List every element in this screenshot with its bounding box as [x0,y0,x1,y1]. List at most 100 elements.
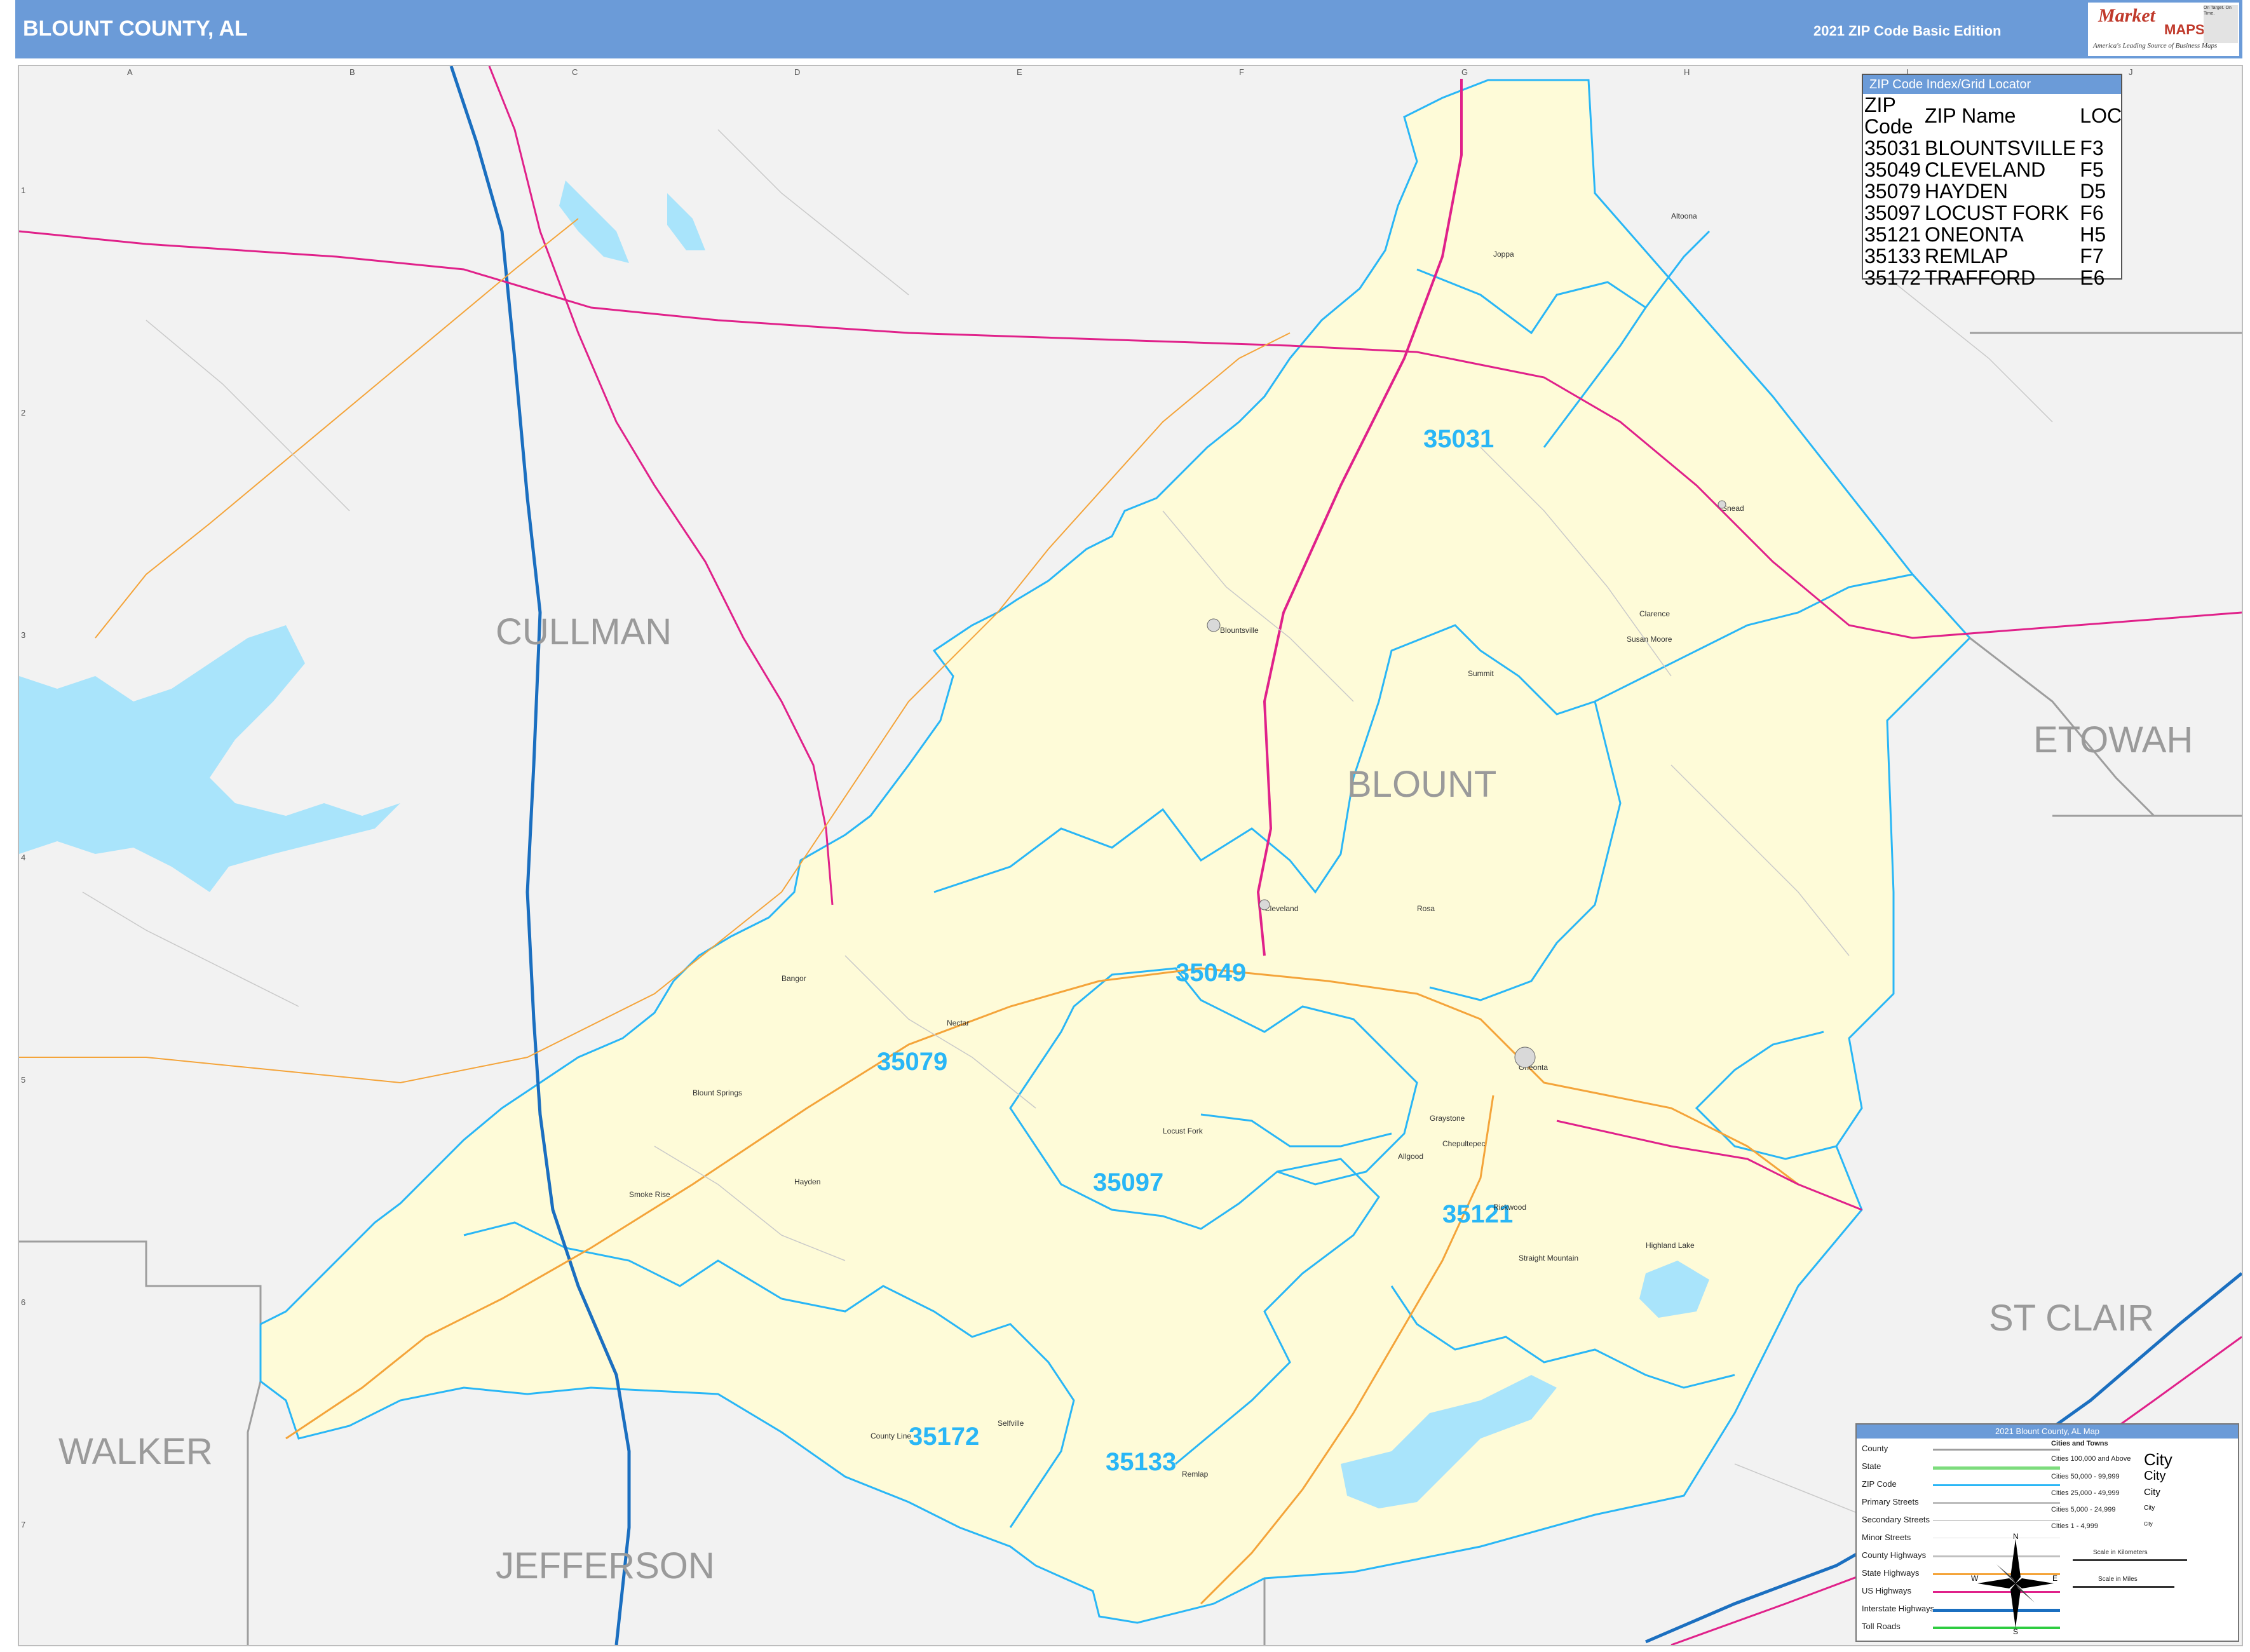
table-row: 35079 HAYDEN D5 [1864,180,2125,202]
grid-letter-G: G [1461,67,1468,77]
legend-item-interstate: Interstate Highways [1862,1604,1935,1613]
loc-cell: H5 [2080,223,2106,246]
grid-row-7: 7 [21,1520,25,1529]
grid-row-3: 3 [21,630,25,640]
zip-index-head-row: ZIP Code ZIP Name LOC [1864,94,2125,137]
compass-rose-icon: N S E W [1971,1533,2057,1634]
place-blount-springs: Blount Springs [693,1088,742,1097]
legend-item-county-hwy: County Highways [1862,1550,1927,1560]
grid-letter-H: H [1684,67,1690,77]
place-bangor: Bangor [782,974,806,983]
place-highland-lake: Highland Lake [1646,1241,1695,1250]
legend-scale-km: Scale in Kilometers [2093,1549,2148,1556]
zip-label-35097: 35097 [1093,1168,1163,1196]
legend-item-primary: Primary Streets [1862,1497,1919,1506]
place-chepultepec: Chepultepec [1442,1139,1485,1148]
col-zip-code: ZIP Code [1864,93,1913,138]
legend-city-symbol-1: City [2144,1450,2172,1469]
zip-name-cell: CLEVELAND [1924,158,2046,181]
county-label-jefferson: JEFFERSON [496,1545,715,1587]
legend-city-tier-1: Cities 100,000 and Above [2051,1455,2131,1463]
table-row: 35031 BLOUNTSVILLE F3 [1864,137,2125,159]
map-canvas[interactable]: A B C D E F G H I J 1 2 3 4 5 6 7 CULLMA… [19,66,2242,1645]
legend-city-tier-4: Cities 5,000 - 24,999 [2051,1506,2116,1513]
legend-item-state-hwy: State Highways [1862,1568,1920,1578]
place-selfville: Selfville [998,1419,1024,1428]
zip-code-cell: 35172 [1864,266,1921,289]
zip-code-cell: 35049 [1864,158,1921,181]
interstate-65 [449,66,631,1645]
zip-index-grid: ZIP Code ZIP Name LOC 35031 BLOUNTSVILLE F… [1864,94,2125,288]
legend-city-symbol-4: City [2144,1505,2155,1512]
legend-swatch-county [1933,1449,2060,1451]
logo-brand-bottom: MAPS [2164,22,2205,37]
zip-name-cell: HAYDEN [1924,180,2008,203]
zip-name-cell: BLOUNTSVILLE [1924,137,2077,159]
county-label-blount: BLOUNT [1347,764,1496,805]
place-joppa: Joppa [1493,250,1514,259]
legend-city-tier-3: Cities 25,000 - 49,999 [2051,1489,2120,1497]
zip-label-35079: 35079 [877,1048,947,1076]
county-label-etowah: ETOWAH [2033,719,2193,761]
col-zip-name: ZIP Name [1924,104,2016,127]
place-smoke-rise: Smoke Rise [629,1190,670,1199]
grid-row-2: 2 [21,408,25,417]
loc-cell: D5 [2080,180,2106,203]
legend-swatch-zip [1933,1484,2060,1486]
legend-item-minor: Minor Streets [1862,1533,1911,1542]
place-altoona: Altoona [1671,212,1697,220]
loc-cell: F6 [2080,201,2104,224]
legend-city-symbol-2: City [2144,1469,2166,1483]
map-frame[interactable]: A B C D E F G H I J 1 2 3 4 5 6 7 CULLMA… [18,65,2243,1646]
grid-letter-E: E [1017,67,1022,77]
market-maps-logo[interactable]: Market MAPS America's Leading Source of … [2088,3,2239,56]
legend-swatch-secondary [1933,1520,2060,1521]
map-legend: 2021 Blount County, AL Map County State … [1855,1423,2239,1642]
grid-row-1: 1 [21,186,25,195]
edition-label: 2021 ZIP Code Basic Edition [1813,23,2002,39]
grid-letter-F: F [1239,67,1244,77]
logo-contact-box: On Target. On Time. [2204,5,2238,43]
legend-title: 2021 Blount County, AL Map [1857,1425,2238,1439]
place-rickwood: Rickwood [1493,1203,1526,1212]
legend-city-symbol-3: City [2144,1487,2160,1498]
grid-row-5: 5 [21,1075,25,1085]
place-graystone: Graystone [1430,1114,1465,1123]
zip-label-35172: 35172 [909,1423,979,1451]
legend-city-tier-2: Cities 50,000 - 99,999 [2051,1473,2120,1480]
zip-label-35031: 35031 [1423,425,1494,453]
legend-item-zip: ZIP Code [1862,1479,1897,1489]
compass-south: S [2013,1627,2018,1634]
legend-item-us-hwy: US Highways [1862,1586,1912,1595]
grid-letter-A: A [127,67,133,77]
legend-city-tier-5: Cities 1 - 4,999 [2051,1522,2098,1530]
zip-label-35049: 35049 [1176,959,1246,987]
zip-index-table: ZIP Code Index/Grid Locator ZIP Code ZIP… [1862,74,2122,288]
zip-code-cell: 35133 [1864,245,1921,267]
zip-name-cell: LOCUST FORK [1924,201,2069,224]
legend-item-state: State [1862,1461,1881,1471]
place-rosa: Rosa [1417,904,1435,913]
zip-name-cell: TRAFFORD [1924,266,2036,289]
legend-item-toll: Toll Roads [1862,1622,1901,1631]
zip-label-35133: 35133 [1106,1448,1176,1476]
logo-brand-top: Market [2098,5,2155,26]
table-row: 35097 LOCUST FORK F6 [1864,202,2125,224]
zip-name-cell: REMLAP [1924,245,2009,267]
place-hayden: Hayden [794,1177,820,1186]
title-bar: BLOUNT COUNTY, AL 2021 ZIP Code Basic Ed… [15,0,2242,58]
logo-tagline: America's Leading Source of Business Map… [2093,42,2218,50]
zip-code-cell: 35097 [1864,201,1921,224]
legend-scale-mi: Scale in Miles [2098,1576,2138,1583]
table-row: 35172 TRAFFORD E6 [1864,267,2125,288]
loc-cell: F7 [2080,245,2104,267]
zip-index-header: ZIP Code Index/Grid Locator [1863,75,2121,94]
place-allgood: Allgood [1398,1152,1423,1161]
compass-east: E [2052,1574,2057,1583]
grid-row-4: 4 [21,853,25,862]
grid-letter-D: D [794,67,800,77]
loc-cell: E6 [2080,266,2105,289]
loc-cell: F5 [2080,158,2104,181]
place-susan-moore: Susan Moore [1627,635,1672,644]
zip-name-cell: ONEONTA [1924,223,2024,246]
